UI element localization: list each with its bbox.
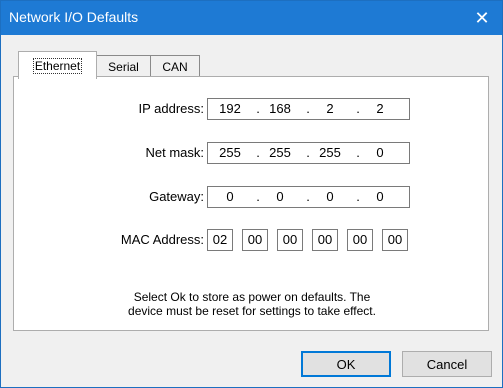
mac-byte-6-field[interactable]: 00	[382, 229, 408, 251]
ip-octet-2: 168	[269, 101, 291, 116]
net-mask-label: Net mask:	[145, 145, 204, 160]
dialog-window: Network I/O Defaults ✕ Ethernet Serial C…	[0, 0, 503, 388]
ip-octet-1: 192	[219, 101, 241, 116]
gateway-octet-4: 0	[376, 189, 384, 204]
gateway-field[interactable]: 0 . 0 . 0 . 0	[207, 186, 410, 208]
mac-byte-5-field[interactable]: 00	[347, 229, 373, 251]
tab-serial[interactable]: Serial	[96, 55, 151, 77]
window-title: Network I/O Defaults	[9, 9, 139, 25]
ip-address-label: IP address:	[138, 101, 204, 116]
gateway-octet-1: 0	[226, 189, 234, 204]
tab-ethernet[interactable]: Ethernet	[18, 51, 97, 79]
tab-ethernet-label: Ethernet	[32, 57, 83, 74]
ip-address-field[interactable]: 192 . 168 . 2 . 2	[207, 98, 410, 120]
net-mask-field[interactable]: 255 . 255 . 255 . 0	[207, 142, 410, 164]
title-bar: Network I/O Defaults ✕	[1, 1, 502, 35]
tab-serial-label: Serial	[108, 59, 139, 74]
tab-can-label: CAN	[162, 59, 188, 74]
mask-octet-1: 255	[219, 145, 241, 160]
mask-octet-4: 0	[376, 145, 384, 160]
mac-byte-1-field[interactable]: 02	[207, 229, 233, 251]
cancel-button[interactable]: Cancel	[402, 351, 492, 377]
gateway-label: Gateway:	[149, 189, 204, 204]
ok-button[interactable]: OK	[301, 351, 391, 377]
mask-octet-2: 255	[269, 145, 291, 160]
close-icon[interactable]: ✕	[462, 1, 502, 35]
mac-byte-3-field[interactable]: 00	[277, 229, 303, 251]
mask-octet-3: 255	[319, 145, 341, 160]
mac-byte-4-field[interactable]: 00	[312, 229, 338, 251]
gateway-octet-2: 0	[276, 189, 284, 204]
mac-byte-2-field[interactable]: 00	[242, 229, 268, 251]
mac-address-label: MAC Address:	[120, 232, 204, 247]
ethernet-panel: IP address: 192 . 168 . 2 . 2 Net mask: …	[13, 76, 489, 331]
info-text-line-1: Select Ok to store as power on defaults.…	[133, 290, 371, 304]
gateway-octet-3: 0	[326, 189, 334, 204]
info-text-line-2: device must be reset for settings to tak…	[128, 304, 376, 318]
ip-octet-4: 2	[376, 101, 384, 116]
ip-octet-3: 2	[326, 101, 334, 116]
tab-can[interactable]: CAN	[150, 55, 200, 77]
